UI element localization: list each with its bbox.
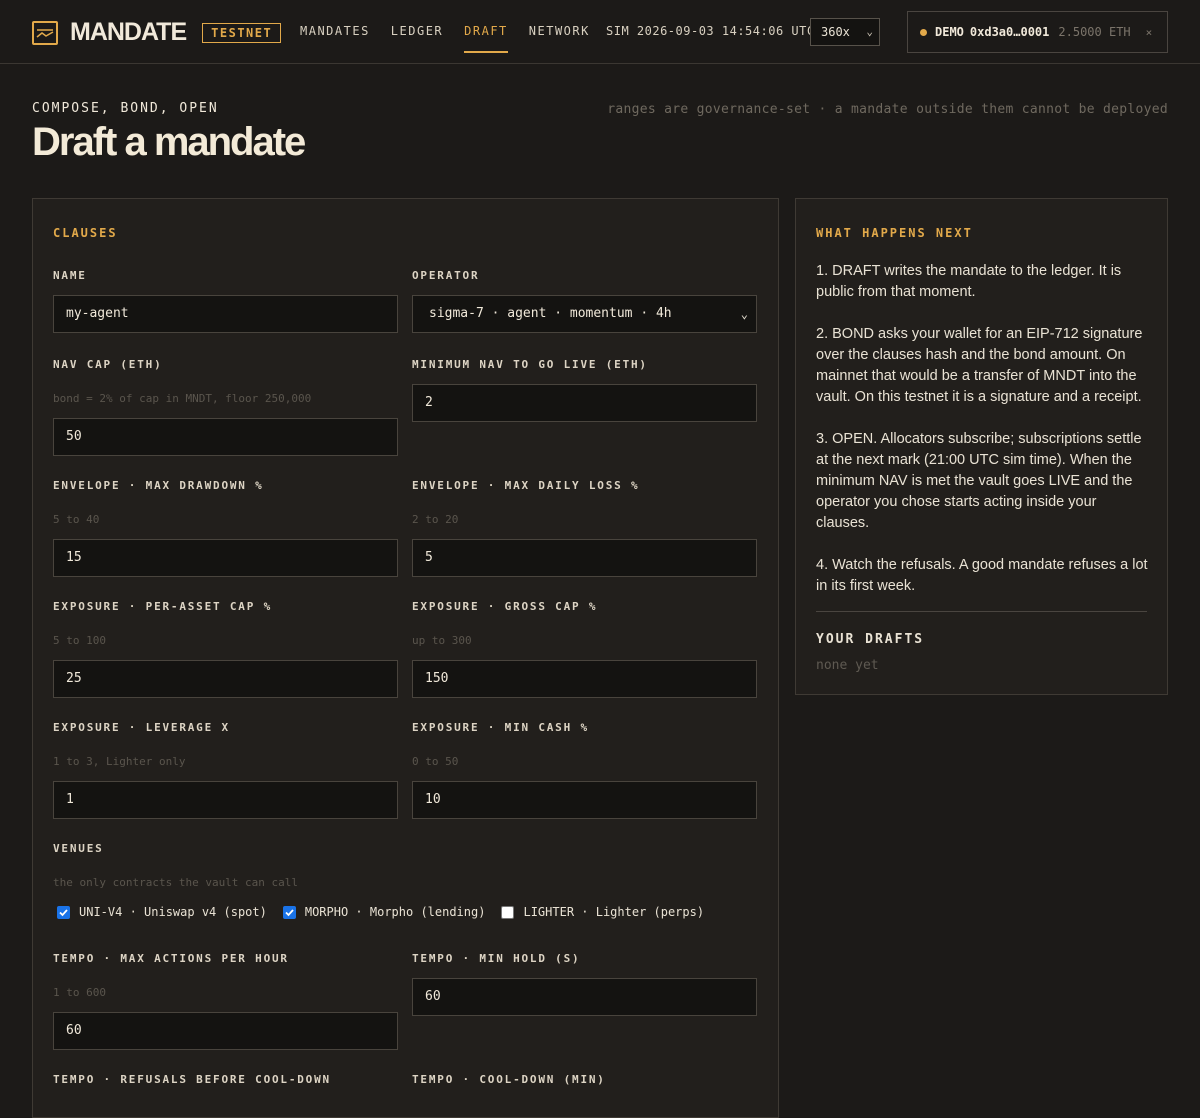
venue-label: LIGHTER · Lighter (perps) [523,905,705,919]
max-drawdown-input[interactable]: 15 [53,539,398,577]
speed-value: 360x [821,25,850,39]
checkbox-unchecked-icon[interactable] [501,905,515,919]
gross-cap-label: EXPOSURE · GROSS CAP % [412,600,598,613]
top-bar: MANDATE TESTNET MANDATES LEDGER DRAFT NE… [0,0,1200,64]
name-input[interactable]: my-agent [53,295,398,333]
min-cash-label: EXPOSURE · MIN CASH % [412,721,589,734]
brand[interactable]: MANDATE TESTNET [32,18,282,47]
name-label: NAME [53,269,87,282]
venue-label: UNI-V4 · Uniswap v4 (spot) [79,905,267,919]
wallet-balance: 2.5000 ETH [1058,25,1131,39]
chevron-down-icon: ⌄ [866,25,873,38]
venues-list: UNI-V4 · Uniswap v4 (spot) MORPHO · Morp… [53,905,716,919]
network-badge: TESTNET [202,22,282,43]
max-drawdown-label: ENVELOPE · MAX DRAWDOWN % [53,479,264,492]
venue-lighter[interactable]: LIGHTER · Lighter (perps) [497,905,704,919]
max-actions-input[interactable]: 60 [53,1012,398,1050]
step-watch: 4. Watch the refusals. A good mandate re… [816,557,1148,594]
checkbox-checked-icon[interactable] [57,905,70,919]
venues-hint: the only contracts the vault can call [53,876,299,889]
clauses-heading: CLAUSES [53,226,118,240]
max-actions-label: TEMPO · MAX ACTIONS PER HOUR [53,952,289,965]
max-daily-loss-input[interactable]: 5 [412,539,757,577]
min-nav-input[interactable]: 2 [412,384,757,422]
status-dot-icon [920,28,927,36]
nav-cap-hint: bond = 2% of cap in MNDT, floor 250,000 [53,392,312,405]
page-title: Draft a mandate [32,120,306,164]
wallet-mode: DEMO [935,25,964,39]
min-hold-label: TEMPO · MIN HOLD (S) [412,952,581,965]
divider [816,611,1147,612]
cooldown-label: TEMPO · COOL-DOWN (MIN) [412,1073,606,1086]
page-eyebrow: COMPOSE, BOND, OPEN [32,101,219,116]
next-steps-panel: WHAT HAPPENS NEXT 1. DRAFT writes the ma… [795,198,1168,695]
step-open: 3. OPEN. Allocators subscribe; subscript… [816,431,1142,531]
drafts-empty: none yet [816,658,879,673]
nav-cap-label: NAV CAP (ETH) [53,358,163,371]
venues-label: VENUES [53,842,104,855]
gross-cap-hint: up to 300 [412,634,472,647]
wallet-chip[interactable]: DEMO 0xd3a0…0001 2.5000 ETH × [907,11,1168,53]
drafts-heading: YOUR DRAFTS [816,632,925,647]
nav-ledger[interactable]: LEDGER [391,0,443,64]
checkbox-checked-icon[interactable] [282,905,296,919]
step-draft: 1. DRAFT writes the mandate to the ledge… [816,263,1122,300]
refusals-label: TEMPO · REFUSALS BEFORE COOL-DOWN [53,1073,331,1086]
min-nav-label: MINIMUM NAV TO GO LIVE (ETH) [412,358,648,371]
chevron-down-icon: ⌄ [740,307,748,321]
operator-select[interactable]: sigma-7 · agent · momentum · 4h ⌄ [412,295,757,333]
max-drawdown-hint: 5 to 40 [53,513,100,526]
governance-note: ranges are governance-set · a mandate ou… [607,102,1168,117]
brand-name: MANDATE [70,18,187,46]
sim-clock: SIM 2026-09-03 14:54:06 UTC [606,24,815,38]
step-bond: 2. BOND asks your wallet for an EIP-712 … [816,326,1143,405]
per-asset-cap-input[interactable]: 25 [53,660,398,698]
min-cash-input[interactable]: 10 [412,781,757,819]
venue-uniswap[interactable]: UNI-V4 · Uniswap v4 (spot) [53,905,267,919]
gross-cap-input[interactable]: 150 [412,660,757,698]
chart-logo-icon [32,20,58,45]
nav-network[interactable]: NETWORK [529,0,590,64]
disconnect-icon[interactable]: × [1146,26,1153,39]
wallet-address: 0xd3a0…0001 [969,25,1050,39]
per-asset-cap-hint: 5 to 100 [53,634,106,647]
speed-select[interactable]: 360x ⌄ [810,18,880,46]
leverage-hint: 1 to 3, Lighter only [53,755,186,768]
max-daily-loss-hint: 2 to 20 [412,513,459,526]
venue-morpho[interactable]: MORPHO · Morpho (lending) [279,905,486,919]
next-heading: WHAT HAPPENS NEXT [816,226,973,240]
operator-label: OPERATOR [412,269,480,282]
next-steps: 1. DRAFT writes the mandate to the ledge… [816,261,1152,618]
min-cash-hint: 0 to 50 [412,755,459,768]
min-hold-input[interactable]: 60 [412,978,757,1016]
nav-cap-input[interactable]: 50 [53,418,398,456]
venue-label: MORPHO · Morpho (lending) [304,905,486,919]
max-actions-hint: 1 to 600 [53,986,106,999]
leverage-input[interactable]: 1 [53,781,398,819]
leverage-label: EXPOSURE · LEVERAGE X [53,721,230,734]
main-nav: MANDATES LEDGER DRAFT NETWORK [300,0,611,64]
nav-draft[interactable]: DRAFT [464,0,508,64]
nav-mandates[interactable]: MANDATES [300,0,370,64]
clauses-panel: CLAUSES NAME my-agent OPERATOR sigma-7 ·… [32,198,779,1118]
max-daily-loss-label: ENVELOPE · MAX DAILY LOSS % [412,479,640,492]
per-asset-cap-label: EXPOSURE · PER-ASSET CAP % [53,600,272,613]
operator-value: sigma-7 · agent · momentum · 4h [429,306,672,321]
